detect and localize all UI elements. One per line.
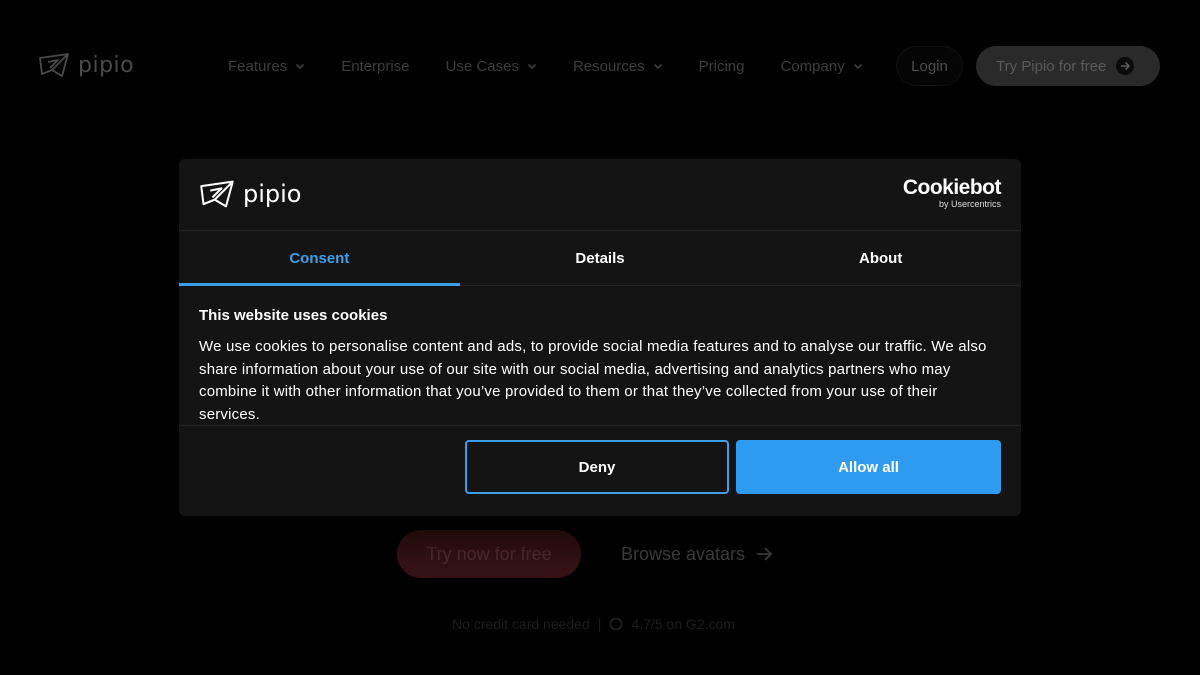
dialog-tabs: Consent Details About — [179, 231, 1021, 286]
dialog-footer: Deny Allow all — [179, 425, 1021, 516]
chevron-down-icon — [296, 63, 305, 70]
nav-item-company[interactable]: Company — [781, 58, 863, 75]
chevron-down-icon — [853, 63, 862, 70]
subline-separator: | — [597, 616, 602, 632]
login-button[interactable]: Login — [896, 46, 963, 86]
cookiebot-by: by Usercentrics — [938, 199, 1001, 209]
tab-about[interactable]: About — [740, 231, 1021, 285]
allow-all-button[interactable]: Allow all — [736, 440, 1001, 494]
hero-try-now-button[interactable]: Try now for free — [397, 530, 581, 578]
nav-item-label: Use Cases — [445, 57, 519, 75]
nav-item-label: Features — [228, 57, 288, 75]
arrow-right-icon — [1116, 57, 1135, 75]
browse-avatars-label: Browse avatars — [621, 543, 746, 564]
hero-subline: No credit card needed | 4.7/5 on G2.com — [452, 614, 735, 634]
pipio-logo-icon — [200, 180, 234, 208]
nav-item-label: Company — [780, 57, 845, 75]
dialog-header: pipio Cookiebot by Usercentrics — [179, 159, 1021, 231]
nav-item-features[interactable]: Features — [228, 58, 305, 75]
g2-icon — [609, 617, 623, 631]
pipio-logo-icon — [39, 53, 69, 77]
nav-item-label: Enterprise — [341, 57, 410, 75]
tab-consent[interactable]: Consent — [179, 231, 460, 286]
main-nav: Features Enterprise Use Cases Resources … — [228, 46, 899, 86]
try-free-button[interactable]: Try Pipio for free — [976, 46, 1160, 86]
dialog-logo: pipio — [199, 179, 302, 209]
browse-avatars-link[interactable]: Browse avatars — [621, 530, 773, 578]
dialog-logo-text: pipio — [243, 180, 302, 208]
site-logo-text: pipio — [78, 52, 135, 78]
try-free-label: Try Pipio for free — [996, 57, 1107, 75]
nav-item-enterprise[interactable]: Enterprise — [341, 58, 409, 75]
cookiebot-name: Cookiebot — [902, 176, 1002, 199]
dialog-title: This website uses cookies — [199, 307, 388, 324]
nav-item-resources[interactable]: Resources — [573, 58, 663, 75]
nav-item-label: Pricing — [698, 57, 745, 75]
dialog-body: This website uses cookies We use cookies… — [199, 307, 1001, 426]
site-header: pipio Features Enterprise Use Cases Reso… — [0, 0, 1200, 132]
chevron-down-icon — [527, 63, 537, 70]
deny-button[interactable]: Deny — [465, 440, 729, 494]
g2-rating-text: 4.7/5 on G2.com — [631, 616, 735, 632]
no-credit-card-text: No credit card needed — [452, 616, 590, 632]
arrow-right-icon — [757, 547, 773, 561]
cookie-consent-dialog: pipio Cookiebot by Usercentrics Consent … — [179, 159, 1021, 516]
site-logo[interactable]: pipio — [38, 52, 134, 78]
cookiebot-logo[interactable]: Cookiebot by Usercentrics — [902, 176, 1002, 210]
nav-item-use-cases[interactable]: Use Cases — [446, 58, 537, 75]
nav-item-label: Resources — [572, 57, 645, 75]
nav-item-pricing[interactable]: Pricing — [699, 58, 745, 75]
tab-details[interactable]: Details — [460, 231, 741, 285]
dialog-description: We use cookies to personalise content an… — [199, 338, 987, 423]
chevron-down-icon — [653, 63, 662, 70]
